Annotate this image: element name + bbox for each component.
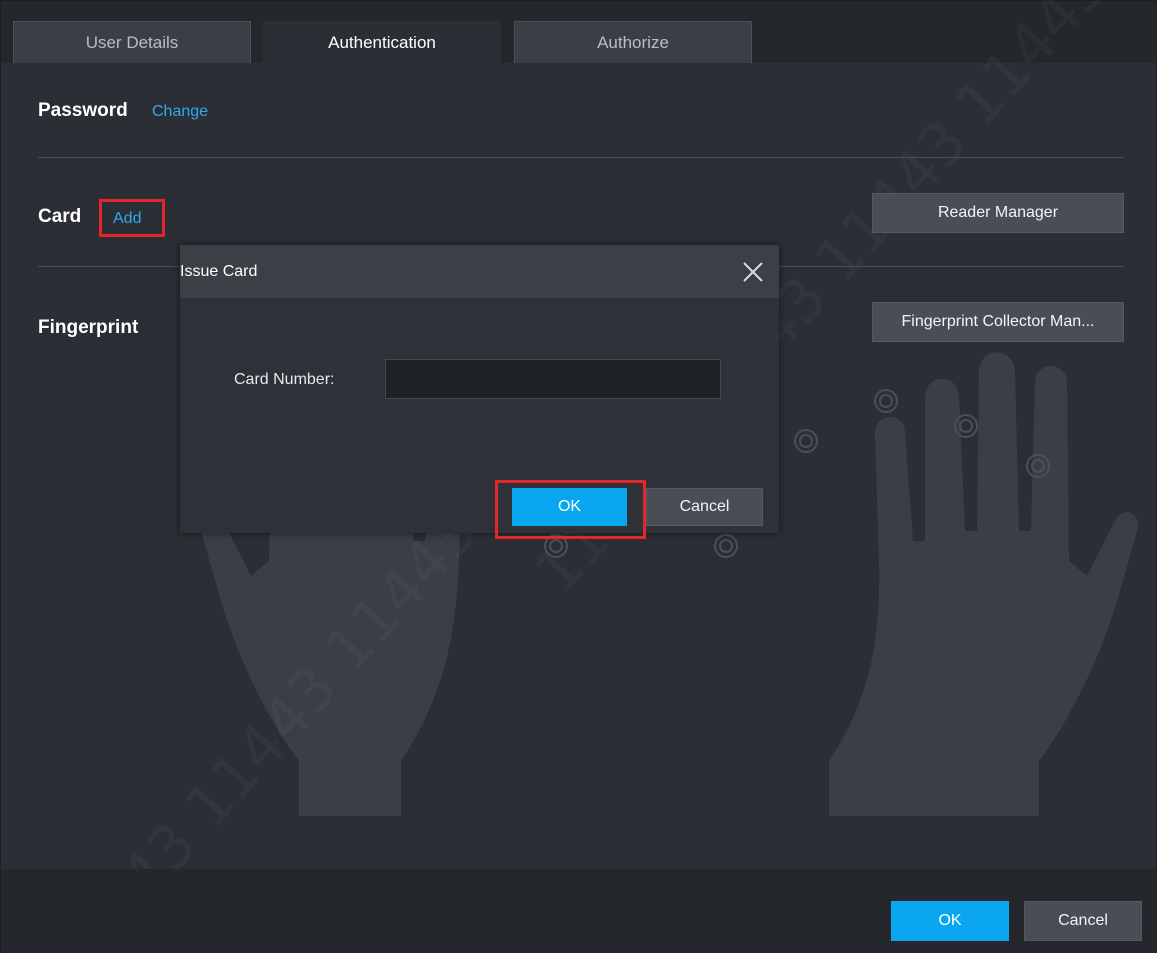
- card-number-input[interactable]: [385, 359, 721, 399]
- dialog-ok-button[interactable]: OK: [512, 488, 627, 526]
- divider: [38, 157, 1124, 158]
- footer-bar: OK Cancel: [1, 869, 1157, 953]
- fingerprint-title: Fingerprint: [38, 317, 139, 338]
- dialog-cancel-button[interactable]: Cancel: [646, 488, 763, 526]
- add-card-link[interactable]: Add: [113, 210, 141, 228]
- reader-manager-button[interactable]: Reader Manager: [872, 193, 1124, 233]
- close-icon[interactable]: [740, 259, 766, 285]
- fingerprint-collector-button[interactable]: Fingerprint Collector Man...: [872, 302, 1124, 342]
- card-title: Card: [38, 206, 82, 227]
- card-number-label: Card Number:: [234, 371, 335, 388]
- tab-authentication[interactable]: Authentication: [263, 21, 501, 63]
- tab-authorize[interactable]: Authorize: [514, 21, 752, 63]
- footer-ok-button[interactable]: OK: [891, 901, 1009, 941]
- password-title: Password: [38, 100, 128, 121]
- change-password-link[interactable]: Change: [152, 103, 208, 121]
- dialog-title: Issue Card: [180, 263, 258, 280]
- issue-card-dialog: Issue Card Card Number: OK Cancel: [180, 245, 779, 533]
- footer-cancel-button[interactable]: Cancel: [1024, 901, 1142, 941]
- user-edit-window: User Details Authentication Authorize 11…: [0, 0, 1157, 953]
- tab-bar: User Details Authentication Authorize: [1, 1, 1157, 63]
- tab-user-details[interactable]: User Details: [13, 21, 251, 63]
- dialog-header: Issue Card: [180, 245, 779, 298]
